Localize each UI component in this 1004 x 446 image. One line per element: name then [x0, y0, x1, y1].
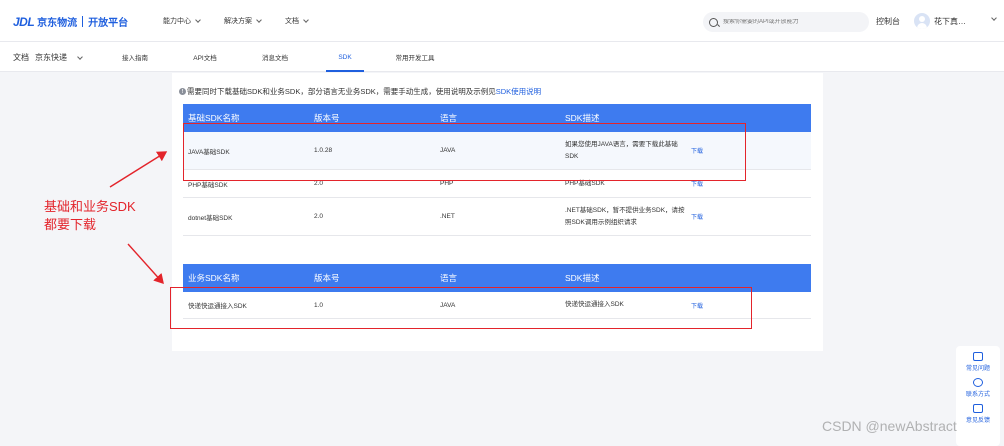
- float-label: 常见问题: [965, 366, 990, 372]
- contact-icon: [973, 378, 983, 387]
- float-label: 意见反馈: [965, 418, 990, 424]
- feedback-button[interactable]: 意见反馈: [956, 404, 1000, 424]
- watermark: CSDN @newAbstract: [822, 418, 957, 434]
- contact-button[interactable]: 联系方式: [956, 378, 1000, 398]
- faq-button[interactable]: 常见问题: [956, 352, 1000, 372]
- annotation-arrows: [109, 151, 168, 285]
- feedback-icon: [973, 404, 983, 413]
- arrow-to-base-sdk: [109, 151, 168, 188]
- arrow-to-biz-sdk: [127, 243, 164, 285]
- faq-icon: [973, 352, 983, 361]
- help-float-panel: 常见问题 联系方式 意见反馈: [956, 346, 1000, 446]
- float-label: 联系方式: [965, 392, 990, 398]
